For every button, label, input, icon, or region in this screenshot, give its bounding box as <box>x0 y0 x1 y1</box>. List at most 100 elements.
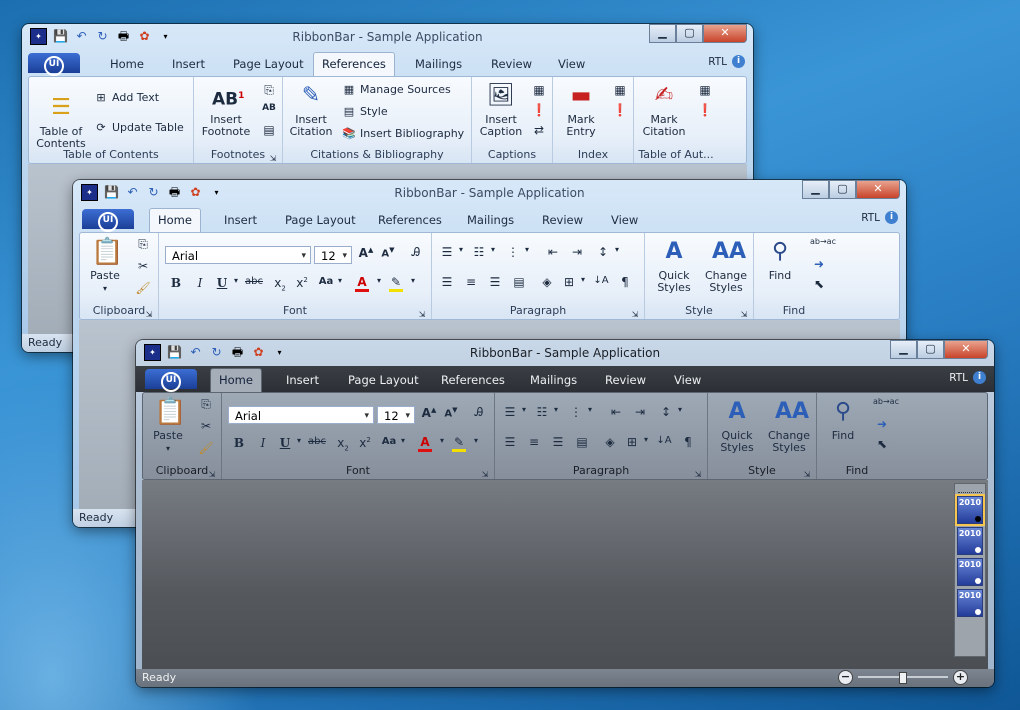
update-index-icon[interactable]: ❗ <box>611 103 629 117</box>
insert-table-of-figures-icon[interactable]: ▦ <box>530 83 548 97</box>
tab-page-layout[interactable]: Page Layout <box>277 211 364 229</box>
paste-dropdown-icon[interactable]: ▾ <box>103 284 107 293</box>
font-name-combo[interactable]: Arial <box>228 406 374 425</box>
quick-styles-button[interactable]: A Quick Styles <box>649 237 699 294</box>
replace-icon[interactable]: ab→ac <box>873 397 899 406</box>
gallery-item[interactable]: 2010 <box>957 527 983 555</box>
tab-page-layout[interactable]: Page Layout <box>225 55 312 73</box>
highlight-icon[interactable]: ✎ <box>452 435 466 452</box>
dialog-launcher-icon[interactable]: ⇲ <box>203 470 221 479</box>
maximize-button[interactable]: ▢ <box>676 24 703 43</box>
find-button[interactable]: ⚲ Find <box>758 237 802 282</box>
sort-icon[interactable]: ↓A <box>592 275 610 286</box>
cut-icon[interactable]: ✂ <box>197 419 215 433</box>
font-color-icon[interactable]: A <box>355 275 369 292</box>
rtl-toggle[interactable]: RTL <box>861 212 880 224</box>
minimize-button[interactable]: ▁ <box>649 24 676 43</box>
minimize-button[interactable]: ▁ <box>802 180 829 199</box>
tab-insert[interactable]: Insert <box>216 211 265 229</box>
line-spacing-dropdown-icon[interactable]: ▾ <box>608 245 626 254</box>
superscript-icon[interactable]: x2 <box>293 276 311 290</box>
update-toa-icon[interactable]: ❗ <box>696 103 714 117</box>
font-color-dropdown-icon[interactable]: ▾ <box>433 436 451 445</box>
dialog-launcher-icon[interactable]: ⇲ <box>689 470 707 479</box>
align-center-icon[interactable]: ≡ <box>462 275 480 289</box>
borders-dropdown-icon[interactable]: ▾ <box>574 275 592 284</box>
multilevel-dropdown-icon[interactable]: ▾ <box>518 245 536 254</box>
shading-icon[interactable]: ◈ <box>601 435 619 449</box>
goto-icon[interactable]: ➜ <box>873 417 891 431</box>
help-icon[interactable]: i <box>732 55 745 68</box>
copy-icon[interactable]: ⎘ <box>134 237 152 252</box>
tab-insert[interactable]: Insert <box>278 371 327 389</box>
application-button[interactable]: UI <box>145 369 197 392</box>
change-styles-button[interactable]: AA Change Styles <box>701 237 751 294</box>
paste-dropdown-icon[interactable]: ▾ <box>166 444 170 453</box>
font-color-icon[interactable]: A <box>418 435 432 452</box>
format-painter-icon[interactable]: 🖌 <box>197 441 215 455</box>
dialog-launcher-icon[interactable]: ⇲ <box>140 310 158 319</box>
grow-font-icon[interactable]: A▲ <box>357 246 375 260</box>
superscript-icon[interactable]: x2 <box>356 436 374 450</box>
rtl-toggle[interactable]: RTL <box>949 372 968 384</box>
font-color-dropdown-icon[interactable]: ▾ <box>370 276 388 285</box>
tab-mailings[interactable]: Mailings <box>459 211 522 229</box>
highlight-dropdown-icon[interactable]: ▾ <box>467 436 485 445</box>
clear-formatting-icon[interactable]: Ꭿ <box>407 245 425 260</box>
tab-view[interactable]: View <box>550 55 593 73</box>
title-bar[interactable]: ✦ 💾 ↶ ↻ 🖶 ✿ ▾ RibbonBar - Sample Applica… <box>73 180 906 206</box>
align-left-icon[interactable]: ☰ <box>438 275 456 289</box>
maximize-button[interactable]: ▢ <box>829 180 856 199</box>
dialog-launcher-icon[interactable]: ⇲ <box>735 310 753 319</box>
highlight-dropdown-icon[interactable]: ▾ <box>404 276 422 285</box>
gallery-item[interactable]: 2010 <box>957 589 983 617</box>
tab-home[interactable]: Home <box>102 55 152 73</box>
gallery-item[interactable]: 2010 <box>957 496 983 524</box>
help-icon[interactable]: i <box>973 371 986 384</box>
tab-review[interactable]: Review <box>534 211 591 229</box>
increase-indent-icon[interactable]: ⇥ <box>631 405 649 419</box>
tab-references[interactable]: References <box>370 211 450 229</box>
close-button[interactable]: ✕ <box>944 340 988 359</box>
add-text-button[interactable]: ⊞ Add Text <box>93 91 159 104</box>
insert-footnote-button[interactable]: AB1 Insert Footnote <box>196 81 256 138</box>
show-formatting-icon[interactable]: ¶ <box>679 435 697 449</box>
underline-dropdown-icon[interactable]: ▾ <box>227 276 245 285</box>
format-painter-icon[interactable]: 🖌 <box>134 281 152 295</box>
change-styles-button[interactable]: AA Change Styles <box>764 397 814 454</box>
insert-index-icon[interactable]: ▦ <box>611 83 629 97</box>
document-area[interactable] <box>142 480 988 669</box>
maximize-button[interactable]: ▢ <box>917 340 944 359</box>
font-name-combo[interactable]: Arial <box>165 246 311 265</box>
close-button[interactable]: ✕ <box>856 180 900 199</box>
tab-review[interactable]: Review <box>483 55 540 73</box>
select-icon[interactable]: ⬉ <box>873 437 891 451</box>
borders-dropdown-icon[interactable]: ▾ <box>637 435 655 444</box>
gallery-item[interactable]: 2010 <box>957 558 983 586</box>
grow-font-icon[interactable]: A▲ <box>420 406 438 420</box>
next-footnote-icon[interactable]: AB <box>260 103 278 113</box>
manage-sources-button[interactable]: ▦ Manage Sources <box>341 83 451 96</box>
find-button[interactable]: ⚲ Find <box>821 397 865 442</box>
tab-mailings[interactable]: Mailings <box>407 55 470 73</box>
tab-insert[interactable]: Insert <box>164 55 213 73</box>
tab-references[interactable]: References <box>433 371 513 389</box>
insert-citation-button[interactable]: ✎ Insert Citation <box>287 81 335 138</box>
cross-reference-icon[interactable]: ⇄ <box>530 123 548 137</box>
shrink-font-icon[interactable]: A▼ <box>442 406 460 419</box>
bold-icon[interactable]: B <box>230 436 248 450</box>
show-formatting-icon[interactable]: ¶ <box>616 275 634 289</box>
sort-icon[interactable]: ↓A <box>655 435 673 446</box>
change-case-dropdown-icon[interactable]: ▾ <box>331 276 349 285</box>
copy-icon[interactable]: ⎘ <box>197 397 215 412</box>
title-bar[interactable]: ✦ 💾 ↶ ↻ 🖶 ✿ ▾ RibbonBar - Sample Applica… <box>22 24 753 50</box>
mark-entry-button[interactable]: ▬ Mark Entry <box>557 81 605 138</box>
clear-formatting-icon[interactable]: Ꭿ <box>470 405 488 420</box>
shrink-font-icon[interactable]: A▼ <box>379 246 397 259</box>
update-figures-icon[interactable]: ❗ <box>530 103 548 117</box>
highlight-icon[interactable]: ✎ <box>389 275 403 292</box>
bold-icon[interactable]: B <box>167 276 185 290</box>
minimize-button[interactable]: ▁ <box>890 340 917 359</box>
tab-review[interactable]: Review <box>597 371 654 389</box>
quick-styles-button[interactable]: A Quick Styles <box>712 397 762 454</box>
